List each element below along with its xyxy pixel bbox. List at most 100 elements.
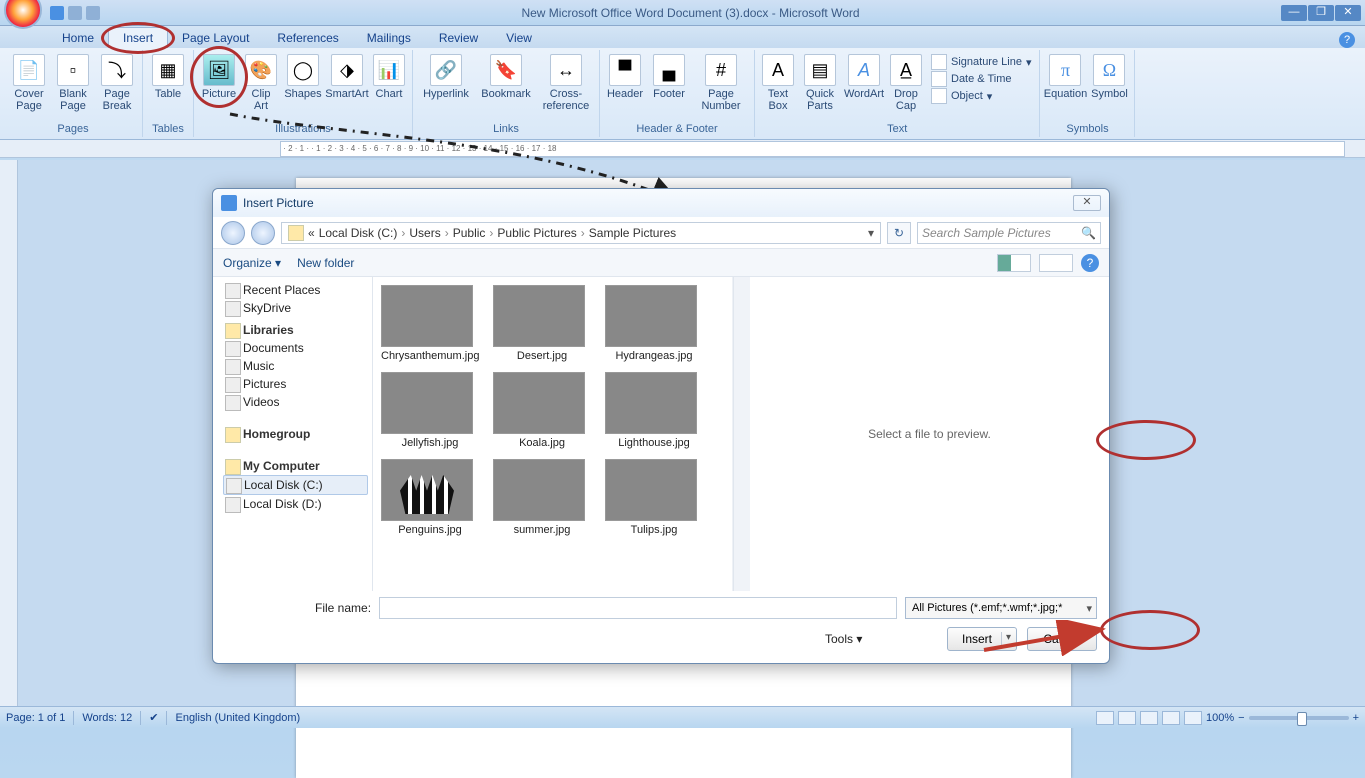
help-icon[interactable]: ?	[1339, 32, 1355, 48]
new-folder-button[interactable]: New folder	[297, 256, 354, 270]
dialog-toolbar: Organize ▾ New folder ?	[213, 249, 1109, 277]
search-icon[interactable]: 🔍	[1081, 226, 1096, 240]
thumbnail-image	[381, 285, 473, 347]
page-number-button[interactable]: #Page Number	[692, 52, 750, 114]
zoom-slider[interactable]	[1249, 716, 1349, 720]
insert-button[interactable]: Insert	[947, 627, 1017, 651]
picture-button[interactable]: 🖼Picture	[198, 52, 240, 102]
text-box-button[interactable]: AText Box	[759, 52, 797, 114]
smartart-button[interactable]: ⬗SmartArt	[326, 52, 368, 102]
nav-my-computer[interactable]: My Computer	[223, 453, 372, 475]
file-thumbnail[interactable]: Koala.jpg	[493, 372, 591, 449]
vertical-ruler[interactable]	[0, 160, 18, 706]
footer-button[interactable]: ▄Footer	[648, 52, 690, 102]
table-button[interactable]: ▦Table	[147, 52, 189, 102]
shapes-button[interactable]: ◯Shapes	[282, 52, 324, 102]
tab-page-layout[interactable]: Page Layout	[168, 28, 263, 48]
tab-home[interactable]: Home	[48, 28, 108, 48]
group-pages: 📄Cover Page ▫Blank Page ⤵Page Break Page…	[4, 50, 143, 137]
blank-page-button[interactable]: ▫Blank Page	[52, 52, 94, 114]
nav-recent-places[interactable]: Recent Places	[223, 281, 372, 299]
nav-videos[interactable]: Videos	[223, 393, 372, 411]
nav-libraries[interactable]: Libraries	[223, 317, 372, 339]
file-thumbnail[interactable]: Penguins.jpg	[381, 459, 479, 536]
horizontal-ruler[interactable]: · 2 · 1 · · 1 · 2 · 3 · 4 · 5 · 6 · 7 · …	[280, 141, 1345, 157]
bookmark-button[interactable]: 🔖Bookmark	[477, 52, 535, 102]
file-thumbnail[interactable]: Jellyfish.jpg	[381, 372, 479, 449]
status-words[interactable]: Words: 12	[82, 712, 132, 724]
outline-view[interactable]	[1162, 711, 1180, 725]
zoom-in[interactable]: +	[1353, 712, 1359, 724]
status-language[interactable]: English (United Kingdom)	[175, 712, 300, 724]
preview-hint: Select a file to preview.	[868, 427, 991, 441]
breadcrumb[interactable]: « Local Disk (C:)› Users› Public› Public…	[281, 222, 881, 244]
minimize-button[interactable]: —	[1281, 5, 1307, 21]
header-button[interactable]: ▀Header	[604, 52, 646, 102]
draft-view[interactable]	[1184, 711, 1202, 725]
cancel-button[interactable]: Cancel	[1027, 627, 1097, 651]
nav-music[interactable]: Music	[223, 357, 372, 375]
tab-references[interactable]: References	[263, 28, 352, 48]
drop-cap-button[interactable]: A̲Drop Cap	[887, 52, 925, 114]
dialog-help-icon[interactable]: ?	[1081, 254, 1099, 272]
symbol-button[interactable]: ΩSymbol	[1088, 52, 1130, 102]
maximize-button[interactable]: ❐	[1308, 5, 1334, 21]
hyperlink-button[interactable]: 🔗Hyperlink	[417, 52, 475, 102]
nav-homegroup[interactable]: Homegroup	[223, 421, 372, 443]
view-options-button[interactable]	[997, 254, 1031, 272]
file-thumbnail[interactable]: Chrysanthemum.jpg	[381, 285, 479, 362]
nav-documents[interactable]: Documents	[223, 339, 372, 357]
file-list[interactable]: Chrysanthemum.jpgDesert.jpgHydrangeas.jp…	[373, 277, 733, 591]
cross-reference-button[interactable]: ↔Cross-reference	[537, 52, 595, 114]
tab-insert[interactable]: Insert	[108, 27, 168, 48]
redo-icon[interactable]	[86, 6, 100, 20]
date-time-button[interactable]: Date & Time	[931, 71, 1031, 87]
search-box[interactable]: Search Sample Pictures 🔍	[917, 222, 1101, 244]
status-page[interactable]: Page: 1 of 1	[6, 712, 65, 724]
cover-page-button[interactable]: 📄Cover Page	[8, 52, 50, 114]
print-layout-view[interactable]	[1096, 711, 1114, 725]
tab-review[interactable]: Review	[425, 28, 492, 48]
page-break-button[interactable]: ⤵Page Break	[96, 52, 138, 114]
office-button[interactable]	[4, 0, 42, 29]
navigation-pane[interactable]: Recent Places SkyDrive Libraries Documen…	[213, 277, 373, 591]
zoom-out[interactable]: −	[1238, 712, 1244, 724]
signature-line-button[interactable]: Signature Line ▾	[931, 54, 1031, 70]
file-thumbnail[interactable]: Tulips.jpg	[605, 459, 703, 536]
dialog-title-bar[interactable]: Insert Picture ✕	[213, 189, 1109, 217]
organize-button[interactable]: Organize ▾	[223, 256, 281, 270]
save-icon[interactable]	[50, 6, 64, 20]
nav-drive-d[interactable]: Local Disk (D:)	[223, 495, 372, 513]
file-scrollbar[interactable]	[733, 277, 750, 591]
tab-mailings[interactable]: Mailings	[353, 28, 425, 48]
object-button[interactable]: Object ▾	[931, 88, 1031, 104]
file-thumbnail[interactable]: Hydrangeas.jpg	[605, 285, 703, 362]
file-type-filter[interactable]: All Pictures (*.emf;*.wmf;*.jpg;*	[905, 597, 1097, 619]
chart-button[interactable]: 📊Chart	[370, 52, 408, 102]
undo-icon[interactable]	[68, 6, 82, 20]
file-thumbnail[interactable]: summer.jpg	[493, 459, 591, 536]
dialog-close-button[interactable]: ✕	[1073, 195, 1101, 211]
nav-pictures[interactable]: Pictures	[223, 375, 372, 393]
web-layout-view[interactable]	[1140, 711, 1158, 725]
nav-drive-c[interactable]: Local Disk (C:)	[223, 475, 368, 495]
equation-button[interactable]: πEquation	[1044, 52, 1086, 102]
clip-art-button[interactable]: 🎨Clip Art	[242, 52, 280, 114]
full-screen-view[interactable]	[1118, 711, 1136, 725]
file-thumbnail[interactable]: Desert.jpg	[493, 285, 591, 362]
zoom-level[interactable]: 100%	[1206, 712, 1234, 724]
proofing-icon[interactable]: ✔	[149, 711, 158, 724]
tools-menu[interactable]: Tools ▾	[825, 632, 862, 646]
wordart-button[interactable]: AWordArt	[843, 52, 885, 102]
refresh-button[interactable]: ↻	[887, 222, 911, 244]
group-links: 🔗Hyperlink 🔖Bookmark ↔Cross-reference Li…	[413, 50, 600, 137]
preview-pane-button[interactable]	[1039, 254, 1073, 272]
close-button[interactable]: ✕	[1335, 5, 1361, 21]
quick-parts-button[interactable]: ▤Quick Parts	[799, 52, 841, 114]
forward-button[interactable]	[251, 221, 275, 245]
back-button[interactable]	[221, 221, 245, 245]
nav-skydrive[interactable]: SkyDrive	[223, 299, 372, 317]
tab-view[interactable]: View	[492, 28, 546, 48]
file-thumbnail[interactable]: Lighthouse.jpg	[605, 372, 703, 449]
file-name-input[interactable]	[379, 597, 897, 619]
